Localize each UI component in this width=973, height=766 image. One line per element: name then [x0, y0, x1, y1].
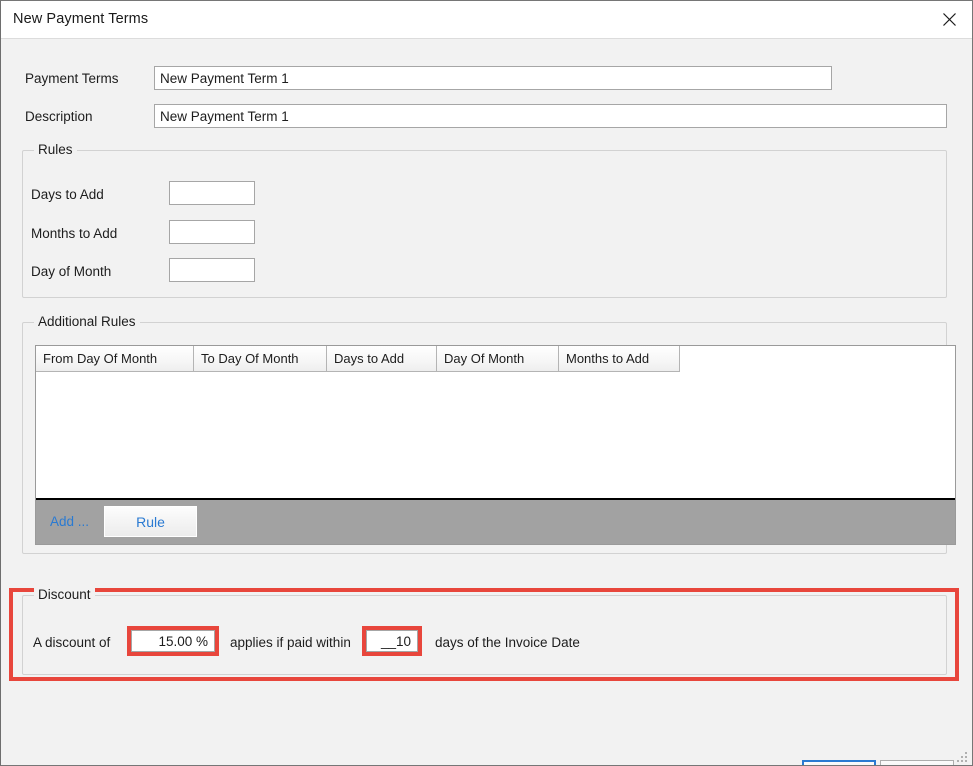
discount-amount-field-wrapper	[127, 626, 219, 656]
grid-header-row: From Day Of Month To Day Of Month Days t…	[36, 346, 680, 372]
close-icon	[942, 13, 956, 26]
rule-button[interactable]: Rule	[104, 506, 197, 537]
months-to-add-input[interactable]	[169, 220, 255, 244]
payment-terms-label: Payment Terms	[25, 71, 119, 86]
dialog-window: New Payment Terms Payment Terms New Paym…	[0, 0, 973, 766]
dialog-body: Payment Terms Act	[2, 39, 972, 765]
days-to-add-input[interactable]	[169, 181, 255, 205]
cancel-button[interactable]: Cancel	[880, 760, 954, 765]
discount-groupbox: Discount A discount of applies if paid w…	[22, 587, 947, 675]
discount-amount-input[interactable]	[131, 630, 215, 652]
rules-group-title: Rules	[34, 142, 77, 157]
description-input[interactable]	[154, 104, 947, 128]
resize-grip-icon[interactable]	[956, 750, 968, 762]
discount-text-after: days of the Invoice Date	[435, 635, 580, 650]
additional-rules-grid[interactable]: From Day Of Month To Day Of Month Days t…	[35, 345, 956, 545]
discount-text-middle: applies if paid within	[230, 635, 351, 650]
window-title: New Payment Terms	[13, 11, 149, 27]
day-of-month-label: Day of Month	[31, 264, 112, 279]
months-to-add-label: Months to Add	[31, 226, 118, 241]
additional-rules-group-title: Additional Rules	[34, 314, 140, 329]
ok-button[interactable]: Ok	[802, 760, 876, 765]
grid-column-header[interactable]: Months to Add	[559, 346, 680, 372]
description-label: Description	[25, 109, 93, 124]
grid-column-header[interactable]: To Day Of Month	[194, 346, 327, 372]
close-button[interactable]	[926, 1, 972, 38]
grid-column-header[interactable]: From Day Of Month	[36, 346, 194, 372]
payment-terms-input[interactable]	[154, 66, 832, 90]
grid-column-header[interactable]: Day Of Month	[437, 346, 559, 372]
grid-footer-bar: Add ... Rule	[36, 498, 955, 544]
add-rule-link[interactable]: Add ...	[50, 514, 89, 529]
grid-column-header[interactable]: Days to Add	[327, 346, 437, 372]
discount-text-before: A discount of	[33, 635, 111, 650]
days-to-add-label: Days to Add	[31, 187, 104, 202]
day-of-month-input[interactable]	[169, 258, 255, 282]
rules-groupbox: Rules Days to Add Months to Add Day of M…	[22, 142, 947, 298]
discount-group-title: Discount	[34, 587, 95, 602]
discount-days-field-wrapper	[362, 626, 422, 656]
additional-rules-groupbox: Additional Rules From Day Of Month To Da…	[22, 314, 956, 554]
grid-body-empty[interactable]	[36, 372, 955, 518]
discount-days-input[interactable]	[366, 630, 418, 652]
title-bar: New Payment Terms	[1, 1, 972, 39]
